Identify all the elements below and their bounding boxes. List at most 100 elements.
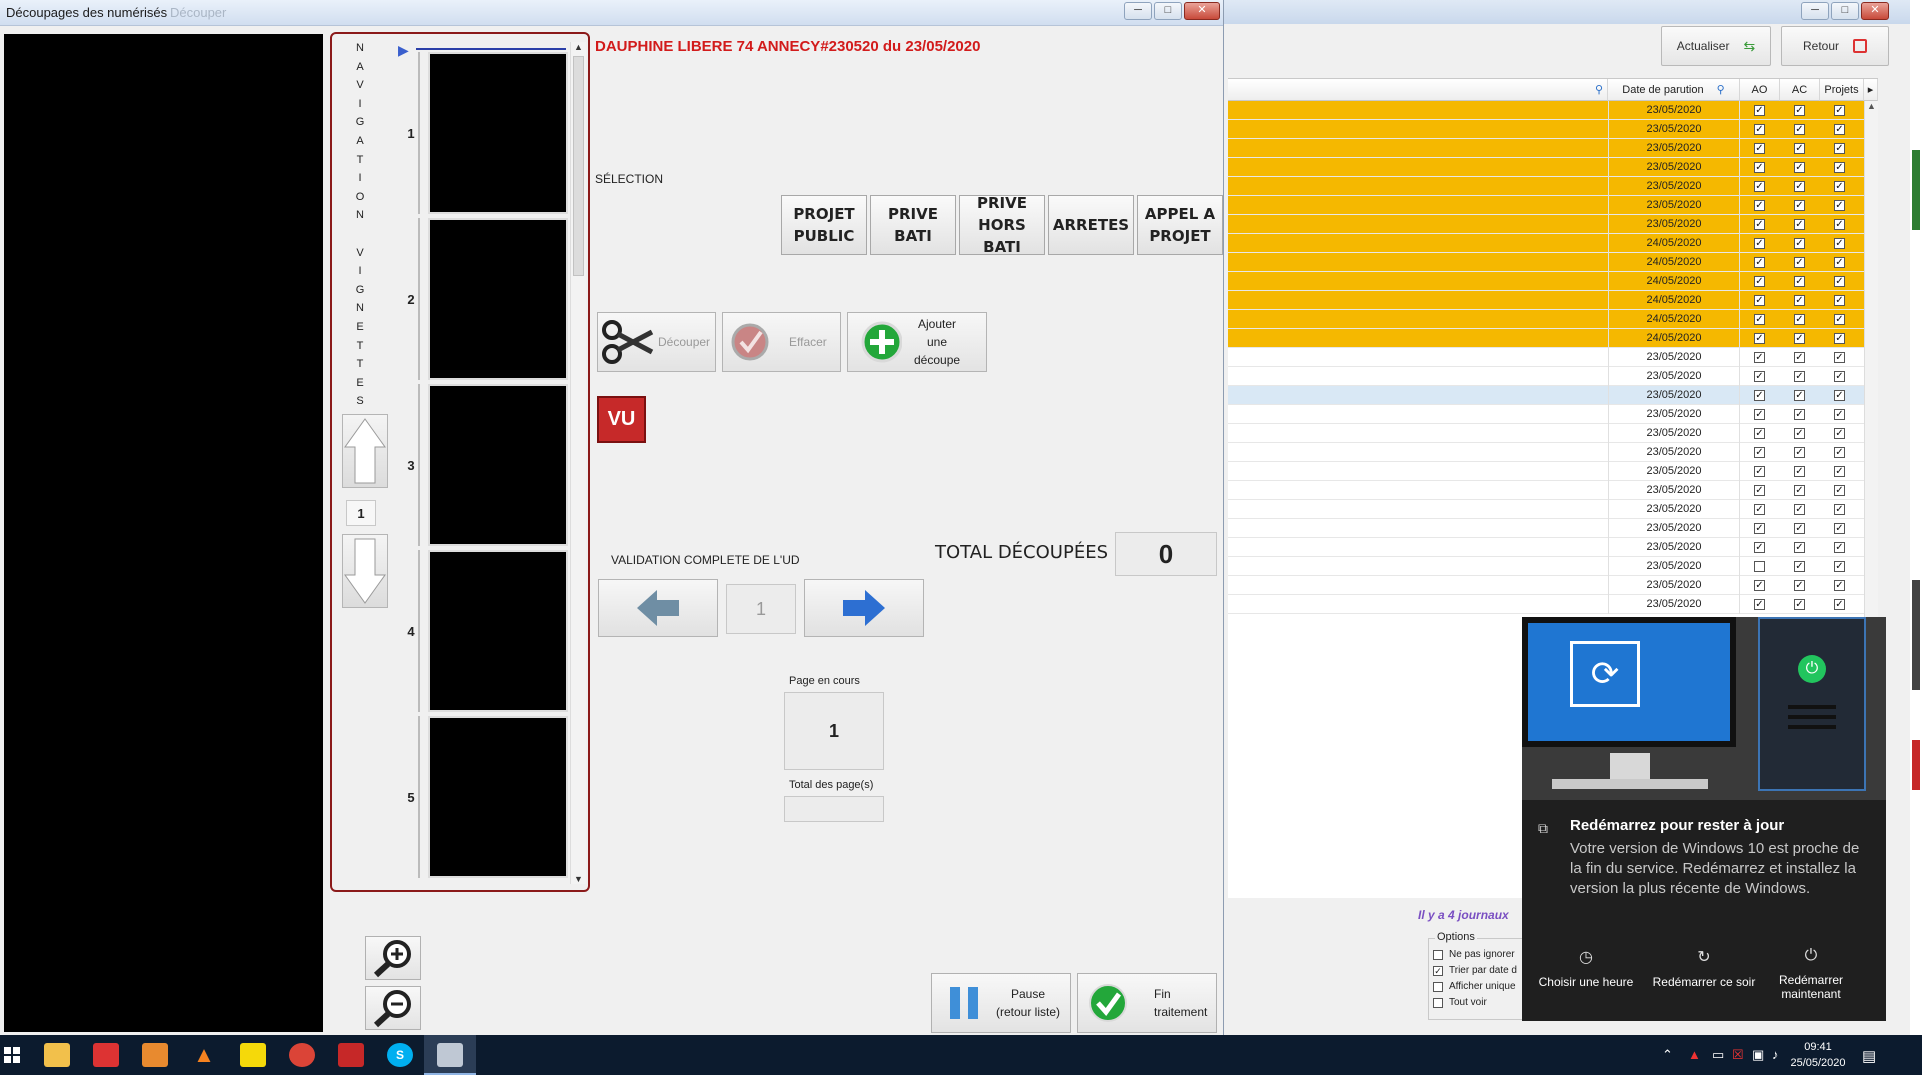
erase-button[interactable]: Effacer <box>722 312 841 372</box>
add-cut-button[interactable]: Ajouter une découpe <box>847 312 987 372</box>
previous-button[interactable] <box>598 579 718 637</box>
ac-checkbox[interactable]: ✓ <box>1794 276 1805 287</box>
category-button[interactable]: APPEL A PROJET <box>1137 195 1223 255</box>
volume-icon[interactable]: ♪ <box>1772 1047 1779 1062</box>
scroll-down-icon[interactable]: ▼ <box>571 874 586 884</box>
ac-checkbox[interactable]: ✓ <box>1794 466 1805 477</box>
ac-checkbox[interactable]: ✓ <box>1794 333 1805 344</box>
table-row[interactable]: 23/05/2020 ✓ ✓ ✓ <box>1228 158 1878 177</box>
close-icon[interactable]: ✕ <box>1861 2 1889 20</box>
option-checkbox[interactable] <box>1433 997 1443 1008</box>
option-checkbox[interactable]: ✓ <box>1433 965 1443 976</box>
grid-scrollbar[interactable]: ▲ <box>1864 101 1878 621</box>
tray-app-icon[interactable]: ▲ <box>1688 1047 1701 1062</box>
proj-checkbox[interactable]: ✓ <box>1834 238 1845 249</box>
option-checkbox[interactable] <box>1433 949 1443 960</box>
pdf-tool-icon[interactable] <box>338 1043 364 1067</box>
restart-now-action[interactable]: ⏻ Redémarrer maintenant <box>1758 947 1864 1001</box>
proj-checkbox[interactable]: ✓ <box>1834 371 1845 382</box>
table-row[interactable]: 23/05/2020 ✓ ✓ ✓ <box>1228 519 1878 538</box>
ac-checkbox[interactable]: ✓ <box>1794 257 1805 268</box>
option-item[interactable]: ✓ Trier par date d <box>1433 965 1517 976</box>
table-row[interactable]: 23/05/2020 ✓ ✓ ✓ <box>1228 215 1878 234</box>
proj-checkbox[interactable]: ✓ <box>1834 295 1845 306</box>
active-app-tab[interactable] <box>424 1035 476 1075</box>
table-row[interactable]: 24/05/2020 ✓ ✓ ✓ <box>1228 310 1878 329</box>
ao-checkbox[interactable]: ✓ <box>1754 219 1765 230</box>
ao-checkbox[interactable]: ✓ <box>1754 504 1765 515</box>
proj-checkbox[interactable]: ✓ <box>1834 542 1845 553</box>
proj-checkbox[interactable]: ✓ <box>1834 257 1845 268</box>
proj-checkbox[interactable]: ✓ <box>1834 523 1845 534</box>
restart-tonight-action[interactable]: ↻ Redémarrer ce soir <box>1646 947 1762 989</box>
ao-checkbox[interactable]: ✓ <box>1754 238 1765 249</box>
ac-checkbox[interactable]: ✓ <box>1794 181 1805 192</box>
maximize-icon[interactable]: □ <box>1154 2 1182 20</box>
category-button[interactable]: PROJET PUBLIC <box>781 195 867 255</box>
table-row[interactable]: 23/05/2020 ✓ ✓ ✓ <box>1228 196 1878 215</box>
ao-checkbox[interactable]: ✓ <box>1754 143 1765 154</box>
table-row[interactable]: 24/05/2020 ✓ ✓ ✓ <box>1228 253 1878 272</box>
ao-checkbox[interactable]: ✓ <box>1754 523 1765 534</box>
date-column-header[interactable]: Date de parution ⚲ <box>1608 79 1740 101</box>
proj-checkbox[interactable]: ✓ <box>1834 143 1845 154</box>
refresh-button[interactable]: Actualiser ⇆ <box>1661 26 1771 66</box>
search-icon[interactable]: ⚲ <box>1595 84 1603 96</box>
ao-column-header[interactable]: AO <box>1740 79 1780 101</box>
page-preview[interactable] <box>4 34 323 1032</box>
ac-checkbox[interactable]: ✓ <box>1794 561 1805 572</box>
table-row[interactable]: 23/05/2020 ✓ ✓ ✓ <box>1228 443 1878 462</box>
table-row[interactable]: 23/05/2020 ✓ ✓ ✓ <box>1228 101 1878 120</box>
search-column-header[interactable]: ⚲ <box>1228 79 1608 101</box>
proj-checkbox[interactable]: ✓ <box>1834 124 1845 135</box>
search-icon[interactable]: ⚲ <box>1717 84 1725 96</box>
scroll-right-icon[interactable]: ▸ <box>1864 79 1878 101</box>
minimize-icon[interactable]: ─ <box>1124 2 1152 20</box>
proj-checkbox[interactable]: ✓ <box>1834 409 1845 420</box>
thumbnail[interactable] <box>428 384 568 546</box>
table-row[interactable]: 24/05/2020 ✓ ✓ ✓ <box>1228 291 1878 310</box>
zoom-out-button[interactable] <box>365 986 421 1030</box>
table-row[interactable]: 23/05/2020 ✓ ✓ ✓ <box>1228 576 1878 595</box>
table-row[interactable]: 23/05/2020 ✓ ✓ ✓ <box>1228 367 1878 386</box>
thumbnail-scrollbar[interactable]: ▲ ▼ <box>570 42 586 884</box>
proj-checkbox[interactable]: ✓ <box>1834 162 1845 173</box>
thumbnail[interactable] <box>428 52 568 214</box>
action-center-icon[interactable]: ▤ <box>1862 1047 1876 1065</box>
ao-checkbox[interactable]: ✓ <box>1754 314 1765 325</box>
table-row[interactable]: 23/05/2020 ✓ ✓ ✓ <box>1228 462 1878 481</box>
option-item[interactable]: Afficher unique <box>1433 981 1516 992</box>
option-checkbox[interactable] <box>1433 981 1443 992</box>
ac-checkbox[interactable]: ✓ <box>1794 390 1805 401</box>
ac-checkbox[interactable]: ✓ <box>1794 409 1805 420</box>
ao-checkbox[interactable]: ✓ <box>1754 333 1765 344</box>
table-row[interactable]: 23/05/2020 ✓ ✓ <box>1228 557 1878 576</box>
next-button[interactable] <box>804 579 924 637</box>
zoom-in-button[interactable] <box>365 936 421 980</box>
ao-checkbox[interactable]: ✓ <box>1754 371 1765 382</box>
file-explorer-icon[interactable] <box>44 1043 70 1067</box>
ao-checkbox[interactable]: ✓ <box>1754 580 1765 591</box>
windows-update-notification[interactable]: ⟳ ⏻ ⧉ Redémarrez pour rester à jour Votr… <box>1522 617 1886 1021</box>
proj-checkbox[interactable]: ✓ <box>1834 219 1845 230</box>
close-icon[interactable]: ✕ <box>1184 2 1220 20</box>
ao-checkbox[interactable]: ✓ <box>1754 124 1765 135</box>
thumbnail[interactable] <box>428 716 568 878</box>
proj-checkbox[interactable]: ✓ <box>1834 181 1845 192</box>
cut-button[interactable]: Découper <box>597 312 716 372</box>
ac-checkbox[interactable]: ✓ <box>1794 105 1805 116</box>
chrome-icon[interactable] <box>289 1043 315 1067</box>
proj-checkbox[interactable]: ✓ <box>1834 428 1845 439</box>
ao-checkbox[interactable]: ✓ <box>1754 162 1765 173</box>
ao-checkbox[interactable]: ✓ <box>1754 390 1765 401</box>
ao-checkbox[interactable]: ✓ <box>1754 409 1765 420</box>
ao-checkbox[interactable]: ✓ <box>1754 105 1765 116</box>
option-item[interactable]: Tout voir <box>1433 997 1487 1008</box>
ao-checkbox[interactable]: ✓ <box>1754 181 1765 192</box>
ac-checkbox[interactable]: ✓ <box>1794 523 1805 534</box>
proj-checkbox[interactable]: ✓ <box>1834 580 1845 591</box>
finish-button[interactable]: Fin traitement <box>1077 973 1217 1033</box>
ao-checkbox[interactable]: ✓ <box>1754 352 1765 363</box>
pause-button[interactable]: Pause (retour liste) <box>931 973 1071 1033</box>
show-hidden-icons[interactable]: ⌃ <box>1662 1047 1673 1063</box>
